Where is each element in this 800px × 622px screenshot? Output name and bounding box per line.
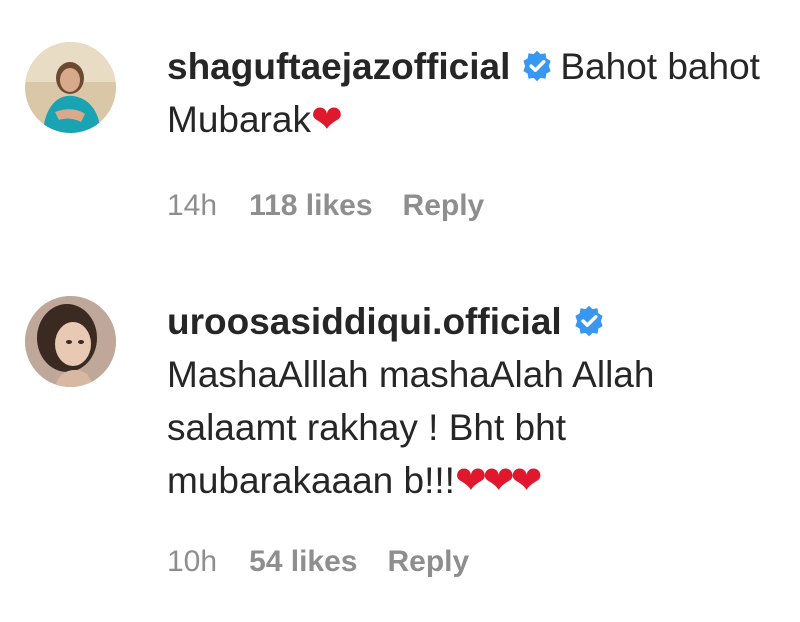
heart-emoji-icon: ❤ — [310, 97, 343, 141]
comment-username[interactable]: shaguftaejazofficial — [167, 46, 510, 87]
comment-username[interactable]: uroosasiddiqui.official — [167, 301, 562, 342]
verified-badge-icon — [520, 49, 554, 83]
heart-emoji-icon: ❤❤❤ — [454, 458, 543, 502]
avatar[interactable] — [25, 296, 116, 387]
verified-badge-icon — [572, 304, 606, 338]
comment-likes[interactable]: 54 likes — [249, 545, 357, 578]
comment-body: uroosasiddiqui.official MashaAlllah masha… — [167, 295, 767, 507]
reply-button[interactable]: Reply — [388, 545, 470, 578]
avatar[interactable] — [25, 42, 116, 133]
comment-time: 14h — [167, 189, 218, 222]
reply-button[interactable]: Reply — [403, 189, 485, 222]
comment-likes[interactable]: 118 likes — [249, 189, 372, 222]
comment-text: MashaAlllah mashaAlah Allah salaamt rakh… — [167, 354, 655, 501]
comment-time: 10h — [167, 545, 218, 578]
comment-meta: 14h 118 likes Reply — [167, 188, 514, 224]
comment-meta: 10h 54 likes Reply — [167, 544, 499, 580]
comment-body: shaguftaejazofficial Bahot bahot Mubarak❤ — [167, 40, 767, 146]
profile-photo-icon — [25, 296, 116, 387]
profile-photo-icon — [25, 42, 116, 133]
